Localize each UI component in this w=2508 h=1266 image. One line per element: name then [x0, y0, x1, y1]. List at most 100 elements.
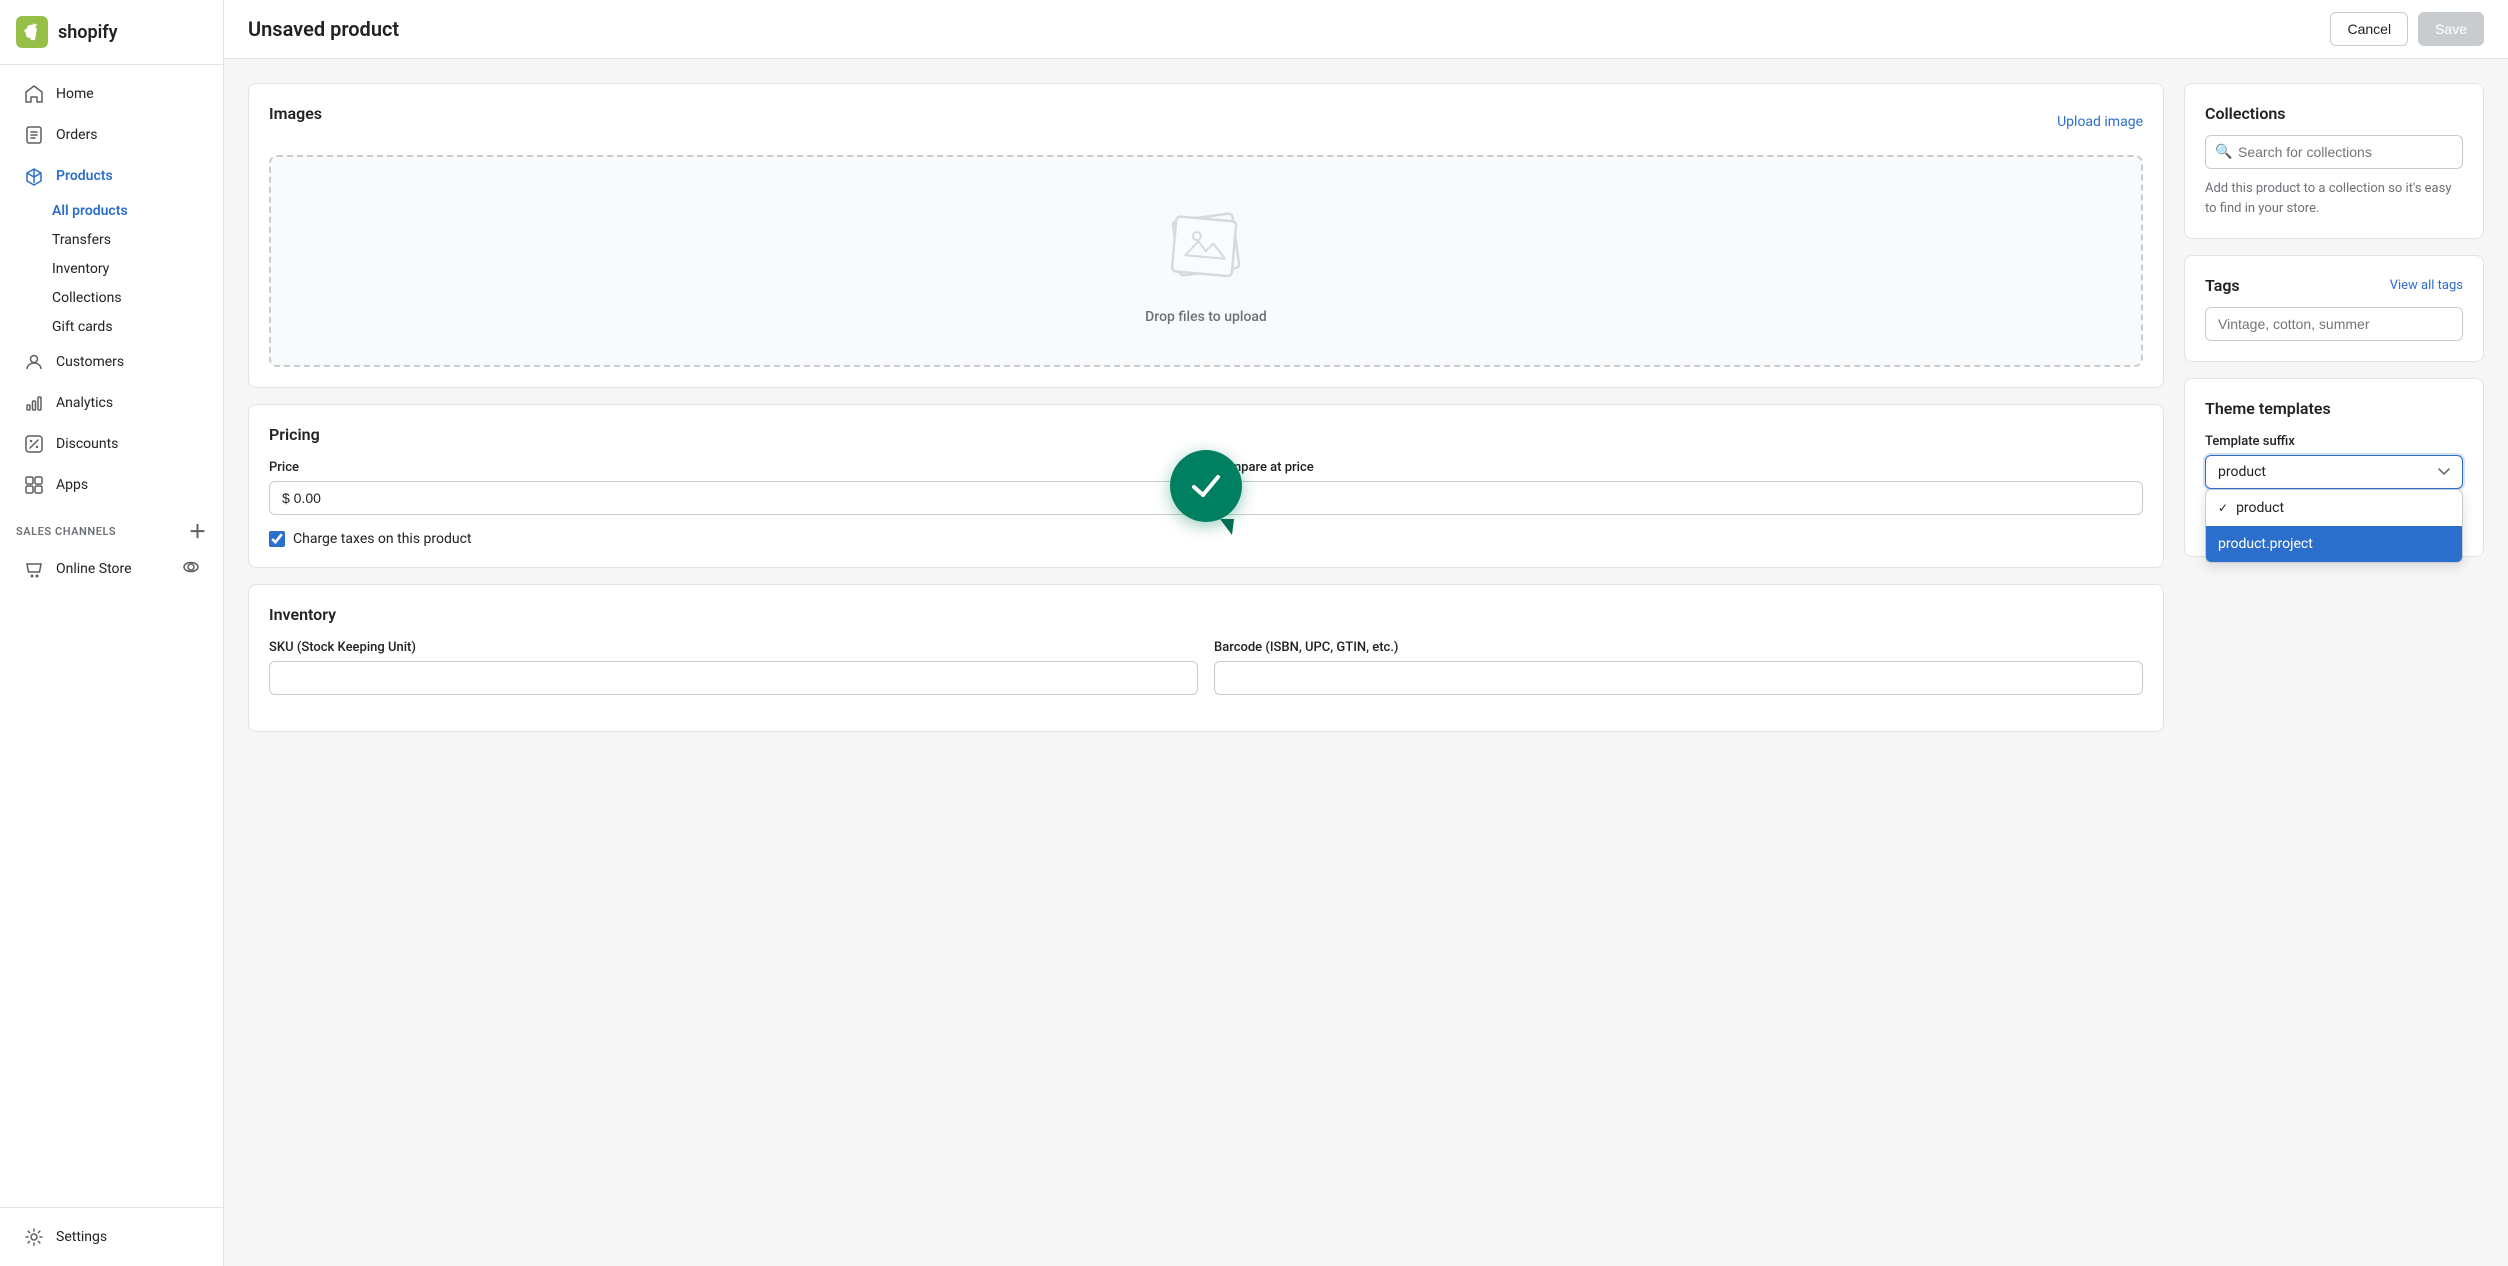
view-all-tags-link[interactable]: View all tags	[2390, 278, 2463, 293]
template-suffix-dropdown-container: product ✓ product product.project	[2205, 455, 2463, 489]
collections-title: Collections	[2205, 104, 2463, 123]
template-suffix-select-trigger[interactable]: product	[2205, 455, 2463, 489]
images-header: Images Upload image	[269, 104, 2143, 139]
tags-title: Tags	[2205, 276, 2240, 295]
tags-input[interactable]	[2205, 307, 2463, 341]
template-option-product-project[interactable]: product.project	[2206, 526, 2462, 562]
inventory-row: SKU (Stock Keeping Unit) Barcode (ISBN, …	[269, 640, 2143, 695]
sidebar-item-gift-cards[interactable]: Gift cards	[52, 313, 215, 341]
price-input[interactable]	[269, 481, 1198, 515]
charge-taxes-label[interactable]: Charge taxes on this product	[293, 531, 472, 547]
sidebar-footer: Settings	[0, 1207, 223, 1266]
main-column: Images Upload image	[248, 83, 2164, 1242]
template-suffix-label: Template suffix	[2205, 434, 2463, 449]
pricing-title: Pricing	[269, 425, 2143, 444]
side-column: Collections 🔍 Add this product to a coll…	[2184, 83, 2484, 1242]
products-submenu: All products Transfers Inventory Collect…	[0, 197, 223, 341]
products-icon	[24, 166, 44, 186]
cancel-button[interactable]: Cancel	[2330, 12, 2408, 46]
collections-search-input[interactable]	[2205, 135, 2463, 169]
sidebar-item-apps-label: Apps	[56, 477, 88, 493]
sidebar-item-settings-label: Settings	[56, 1229, 107, 1245]
pricing-card: Pricing Price Compare at price C	[248, 404, 2164, 568]
tags-header: Tags View all tags	[2205, 276, 2463, 295]
home-icon	[24, 84, 44, 104]
collections-search-wrap: 🔍	[2205, 135, 2463, 169]
sidebar-item-customers[interactable]: Customers	[8, 342, 215, 382]
apps-icon	[24, 475, 44, 495]
sidebar-item-inventory[interactable]: Inventory	[52, 255, 215, 283]
compare-price-field: Compare at price	[1214, 460, 2143, 515]
sku-field: SKU (Stock Keeping Unit)	[269, 640, 1198, 695]
chevron-down-icon	[2438, 468, 2450, 476]
shopify-logo-icon	[16, 16, 48, 48]
drop-zone[interactable]: Drop files to upload	[269, 155, 2143, 367]
upload-image-link[interactable]: Upload image	[2057, 114, 2143, 130]
sidebar-item-products[interactable]: Products	[8, 156, 215, 196]
charge-taxes-row: Charge taxes on this product	[269, 531, 2143, 547]
main-nav: Home Orders Products All products Transf…	[0, 65, 223, 1207]
charge-taxes-checkbox[interactable]	[269, 531, 285, 547]
sidebar-item-online-store[interactable]: Online Store	[8, 549, 215, 589]
theme-templates-title: Theme templates	[2205, 399, 2463, 418]
sidebar-item-analytics[interactable]: Analytics	[8, 383, 215, 423]
sidebar-item-transfers[interactable]: Transfers	[52, 226, 215, 254]
settings-icon	[24, 1227, 44, 1247]
sidebar-item-discounts-label: Discounts	[56, 436, 118, 452]
drop-zone-text: Drop files to upload	[1145, 309, 1267, 325]
sidebar-item-home-label: Home	[56, 86, 94, 102]
template-option-product-project-label: product.project	[2218, 536, 2313, 552]
customers-icon	[24, 352, 44, 372]
pricing-row: Price Compare at price	[269, 460, 2143, 515]
analytics-icon	[24, 393, 44, 413]
sidebar-item-apps[interactable]: Apps	[8, 465, 215, 505]
online-store-view-icon[interactable]	[183, 559, 199, 579]
sales-channels-section: SALES CHANNELS ＋	[0, 506, 223, 548]
add-sales-channel-icon[interactable]: ＋	[188, 518, 207, 544]
sidebar-item-settings[interactable]: Settings	[8, 1217, 215, 1257]
sales-channels-label: SALES CHANNELS	[16, 525, 116, 538]
sidebar-item-orders[interactable]: Orders	[8, 115, 215, 155]
sku-label: SKU (Stock Keeping Unit)	[269, 640, 1198, 655]
logo-text: shopify	[58, 22, 118, 43]
main-content: Unsaved product Cancel Save Images Uploa…	[224, 0, 2508, 1266]
logo: shopify	[0, 0, 223, 65]
sidebar-item-all-products[interactable]: All products	[52, 197, 215, 225]
check-icon: ✓	[2218, 501, 2228, 515]
top-bar-actions: Cancel Save	[2330, 12, 2484, 46]
barcode-field: Barcode (ISBN, UPC, GTIN, etc.)	[1214, 640, 2143, 695]
price-field: Price	[269, 460, 1198, 515]
sidebar-item-analytics-label: Analytics	[56, 395, 113, 411]
sidebar-item-online-store-label: Online Store	[56, 561, 132, 577]
collections-hint: Add this product to a collection so it's…	[2205, 179, 2463, 218]
barcode-label: Barcode (ISBN, UPC, GTIN, etc.)	[1214, 640, 2143, 655]
sku-input[interactable]	[269, 661, 1198, 695]
top-bar: Unsaved product Cancel Save	[224, 0, 2508, 59]
collections-card: Collections 🔍 Add this product to a coll…	[2184, 83, 2484, 239]
template-option-product-label: product	[2236, 500, 2284, 516]
sidebar-item-orders-label: Orders	[56, 127, 98, 143]
sidebar-item-home[interactable]: Home	[8, 74, 215, 114]
sidebar-item-collections[interactable]: Collections	[52, 284, 215, 312]
sidebar-item-customers-label: Customers	[56, 354, 124, 370]
theme-templates-card: Theme templates Template suffix product …	[2184, 378, 2484, 557]
compare-price-input[interactable]	[1214, 481, 2143, 515]
price-label: Price	[269, 460, 1198, 475]
orders-icon	[24, 125, 44, 145]
template-option-product[interactable]: ✓ product	[2206, 490, 2462, 526]
sidebar-item-discounts[interactable]: Discounts	[8, 424, 215, 464]
save-button[interactable]: Save	[2418, 12, 2484, 46]
template-suffix-dropdown-menu: ✓ product product.project	[2205, 489, 2463, 563]
barcode-input[interactable]	[1214, 661, 2143, 695]
collections-search-icon: 🔍	[2215, 144, 2232, 160]
discounts-icon	[24, 434, 44, 454]
sidebar-item-products-label: Products	[56, 168, 113, 184]
template-suffix-value: product	[2218, 464, 2266, 480]
image-placeholder-icon	[1146, 197, 1266, 297]
page-title: Unsaved product	[248, 17, 399, 41]
images-card: Images Upload image	[248, 83, 2164, 388]
images-title: Images	[269, 104, 322, 123]
inventory-card: Inventory SKU (Stock Keeping Unit) Barco…	[248, 584, 2164, 732]
inventory-title: Inventory	[269, 605, 2143, 624]
compare-price-label: Compare at price	[1214, 460, 2143, 475]
